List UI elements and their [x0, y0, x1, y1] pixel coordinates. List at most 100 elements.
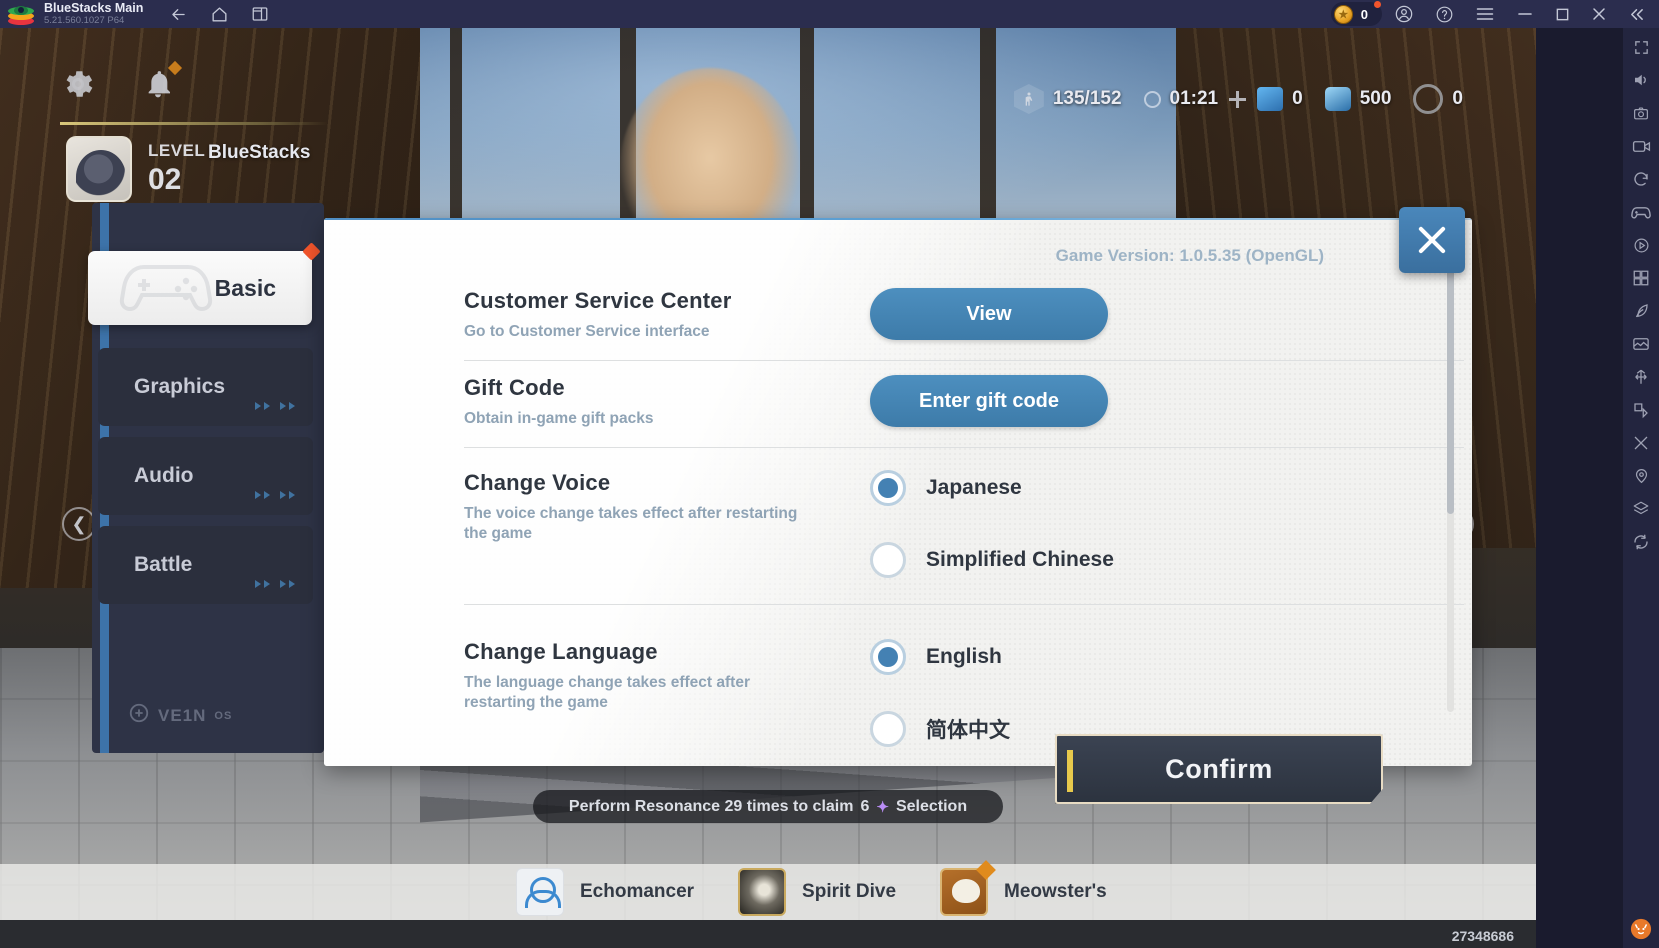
voice-option-simplified-chinese[interactable]: Simplified Chinese: [870, 542, 1464, 579]
close-dialog-button[interactable]: [1399, 207, 1465, 273]
multi-instance-manager-icon[interactable]: [1630, 267, 1652, 289]
settings-dialog: Basic Graphics Audio Battle VE1N OS Game…: [88, 203, 1472, 773]
confirm-label: Confirm: [1165, 753, 1273, 784]
coin-balance[interactable]: ★ 0: [1330, 1, 1382, 26]
eco-mode-icon[interactable]: [1630, 300, 1652, 322]
enter-gift-code-button[interactable]: Enter gift code: [870, 375, 1108, 428]
row-desc: The voice change takes effect after rest…: [464, 505, 798, 543]
vein-os-icon: [128, 702, 150, 729]
nav-item-spirit-dive[interactable]: Spirit Dive: [738, 868, 896, 916]
rotate-icon[interactable]: [1630, 168, 1652, 190]
confirm-button[interactable]: Confirm: [1055, 734, 1383, 804]
fullscreen-icon[interactable]: [1630, 36, 1652, 58]
nav-item-meowsters[interactable]: Meowster's: [940, 860, 1107, 916]
collapse-icon[interactable]: [1628, 7, 1645, 22]
keymap-icon[interactable]: [1630, 399, 1652, 421]
hud-top-left: [60, 60, 183, 107]
script-icon[interactable]: [1630, 366, 1652, 388]
meowsters-badge: [976, 860, 996, 880]
titlebar-right: ★ 0: [1330, 0, 1659, 28]
currency-2-chip[interactable]: 500: [1314, 87, 1403, 111]
currency-3-icon: [1413, 84, 1444, 114]
multi-instance-icon[interactable]: [251, 5, 269, 23]
toast-text: Perform Resonance 29 times to claim: [568, 797, 854, 815]
chevron-double-right-icon: [255, 402, 295, 410]
radio-icon[interactable]: [870, 639, 906, 676]
screenshot-icon[interactable]: [1630, 102, 1652, 124]
level-label: LEVEL: [148, 141, 206, 160]
bell-icon[interactable]: [142, 60, 183, 106]
window-title: BlueStacks Main: [44, 1, 144, 16]
sidebar-item-graphics[interactable]: Graphics: [98, 348, 313, 426]
help-icon[interactable]: [1435, 5, 1454, 24]
gamepad-icon[interactable]: [1630, 201, 1652, 223]
back-arrow-icon[interactable]: [169, 5, 188, 24]
language-option-english[interactable]: English: [870, 639, 1464, 676]
game-viewport[interactable]: LEVEL 02 BlueStacks 135/152 01:21 0 500 …: [0, 28, 1536, 948]
timer-value: 01:21: [1169, 88, 1219, 109]
radio-label: Japanese: [926, 476, 1022, 500]
gear-icon[interactable]: [60, 66, 96, 107]
voice-option-japanese[interactable]: Japanese: [870, 470, 1464, 507]
game-version-label: Game Version: 1.0.5.35 (OpenGL): [1055, 246, 1324, 265]
radio-label: 简体中文: [926, 719, 1010, 743]
window-version: 5.21.560.1027 P64: [44, 14, 125, 26]
nav-item-echomancer[interactable]: Echomancer: [516, 868, 694, 916]
media-manager-icon[interactable]: [1630, 333, 1652, 355]
vein-os-suffix: OS: [214, 709, 233, 722]
timer-chip: 01:21: [1133, 88, 1230, 110]
nav-label-echomancer: Echomancer: [580, 881, 695, 902]
chevron-left-icon[interactable]: ❮: [62, 507, 96, 541]
scrollbar-thumb[interactable]: [1447, 252, 1454, 514]
volume-icon[interactable]: [1630, 69, 1652, 91]
settings-rows: Customer Service Center Go to Customer S…: [464, 274, 1464, 765]
currency-2-value: 500: [1359, 88, 1392, 109]
row-desc: Obtain in-game gift packs: [464, 410, 654, 428]
plus-icon[interactable]: [1229, 90, 1247, 108]
location-icon[interactable]: [1630, 465, 1652, 487]
radio-icon[interactable]: [870, 470, 906, 507]
view-button[interactable]: View: [870, 288, 1108, 340]
stamina-chip[interactable]: 135/152: [1003, 84, 1133, 114]
toast-suffix: Selection: [895, 797, 968, 815]
menu-icon[interactable]: [1475, 6, 1495, 22]
toast-amount: 6: [860, 797, 870, 815]
close-icon[interactable]: [1591, 6, 1607, 22]
bluestacks-titlebar: BlueStacks Main 5.21.560.1027 P64 ★ 0: [0, 0, 1659, 28]
settings-scrollbar[interactable]: [1447, 252, 1454, 712]
home-icon[interactable]: [210, 5, 229, 24]
player-uid: 27348686: [1451, 928, 1514, 944]
currency-1-icon: [1257, 87, 1284, 111]
chevron-double-right-icon: [255, 491, 295, 499]
currency-3-chip[interactable]: 0: [1402, 84, 1474, 114]
layers-icon[interactable]: [1630, 498, 1652, 520]
radio-icon[interactable]: [870, 542, 906, 579]
nav-label-spirit-dive: Spirit Dive: [802, 881, 897, 902]
sidebar-item-basic[interactable]: Basic: [88, 242, 321, 325]
vein-os-brand: VE1N OS: [128, 702, 232, 729]
bluestacks-cat-icon[interactable]: [1630, 918, 1652, 940]
video-record-icon[interactable]: [1630, 135, 1652, 157]
radio-icon[interactable]: [870, 711, 906, 748]
account-icon[interactable]: [1394, 4, 1414, 24]
minimize-icon[interactable]: [1516, 9, 1534, 19]
row-title: Customer Service Center: [464, 288, 732, 313]
player-name: BlueStacks: [208, 142, 311, 163]
refresh-icon[interactable]: [1630, 531, 1652, 553]
screen: LEVEL 02 BlueStacks 135/152 01:21 0 500 …: [0, 0, 1659, 948]
settings-tab-rail: Basic Graphics Audio Battle VE1N OS: [88, 203, 324, 753]
row-title: Change Language: [464, 639, 658, 665]
meowsters-icon: [940, 860, 996, 916]
macro-icon[interactable]: [1630, 234, 1652, 256]
maximize-icon[interactable]: [1555, 7, 1570, 22]
sidebar-item-battle[interactable]: Battle: [98, 526, 313, 604]
sidebar-item-label-audio: Audio: [134, 464, 194, 487]
trim-icon[interactable]: [1630, 432, 1652, 454]
coin-icon: ★: [1333, 4, 1353, 24]
avatar[interactable]: [66, 136, 132, 202]
bottom-strip: [0, 920, 1536, 948]
player-profile-card[interactable]: LEVEL 02: [60, 122, 380, 210]
currency-1-value: 0: [1292, 88, 1303, 109]
sidebar-item-audio[interactable]: Audio: [98, 437, 313, 515]
currency-1-chip[interactable]: 0: [1246, 87, 1314, 111]
